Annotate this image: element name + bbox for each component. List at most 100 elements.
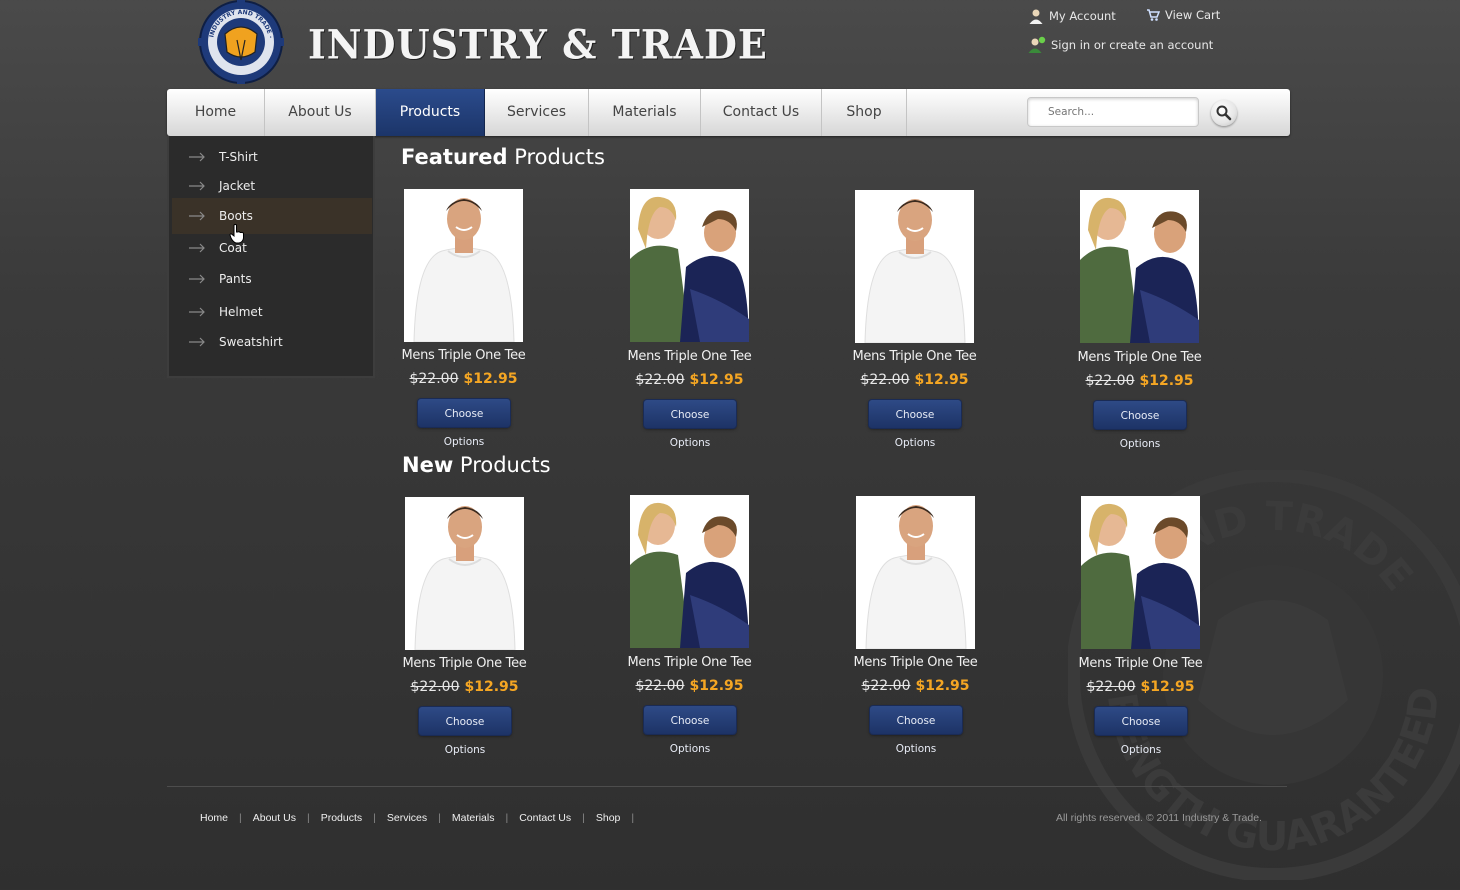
footer-link-materials[interactable]: Materials	[452, 812, 495, 824]
footer-link-contact-us[interactable]: Contact Us	[519, 812, 571, 824]
choose-options-button[interactable]: Choose Options	[869, 400, 961, 449]
sign-in-label: Sign in or create an account	[1051, 38, 1214, 52]
user-add-icon	[1028, 36, 1046, 53]
footer-separator: |	[373, 812, 376, 824]
sign-in-link[interactable]: Sign in or create an account	[1028, 36, 1213, 54]
footer-separator: |	[438, 812, 441, 824]
new-title-bold: New	[402, 453, 454, 477]
product-image[interactable]	[1081, 496, 1200, 649]
nav-about-us[interactable]: About Us	[265, 89, 376, 136]
product-price: $22.00 $12.95	[590, 372, 790, 388]
choose-options-button[interactable]: Choose Options	[1094, 401, 1186, 450]
featured-title-bold: Featured	[401, 145, 508, 169]
product-sale-price: $12.95	[914, 372, 969, 388]
cart-icon	[1147, 9, 1160, 21]
arrow-right-icon	[189, 274, 205, 284]
view-cart-label: View Cart	[1165, 8, 1221, 22]
arrow-right-icon	[189, 307, 205, 317]
product-old-price: $22.00	[635, 678, 685, 694]
main-nav: Home About Us Products Services Material…	[167, 89, 1290, 136]
user-icon	[1029, 9, 1043, 24]
featured-title-light: Products	[514, 145, 605, 169]
my-account-label: My Account	[1049, 9, 1116, 23]
footer-link-products[interactable]: Products	[321, 812, 362, 824]
product-sale-price: $12.95	[1140, 679, 1195, 695]
sidebar-item-boots[interactable]: Boots	[172, 198, 372, 234]
product-price: $22.00 $12.95	[590, 678, 790, 694]
product-old-price: $22.00	[635, 372, 685, 388]
product-name[interactable]: Mens Triple One Tee	[1040, 350, 1240, 365]
product-old-price: $22.00	[860, 372, 910, 388]
hand-cursor-icon	[229, 224, 244, 244]
nav-products[interactable]: Products	[376, 89, 485, 136]
view-cart-link[interactable]: View Cart	[1146, 8, 1220, 22]
arrow-right-icon	[189, 211, 205, 221]
footer-separator: |	[631, 812, 635, 824]
brand-name[interactable]: INDUSTRY & TRADE	[308, 21, 768, 68]
nav-contact-us[interactable]: Contact Us	[701, 89, 822, 136]
footer-separator: |	[239, 812, 242, 824]
product-image[interactable]	[630, 189, 749, 342]
sidebar-item-sweatshirt[interactable]: Sweatshirt	[172, 325, 372, 359]
arrow-right-icon	[189, 181, 205, 191]
choose-options-button[interactable]: Choose Options	[644, 706, 736, 755]
search-input[interactable]	[1027, 97, 1199, 127]
nav-materials[interactable]: Materials	[589, 89, 701, 136]
product-name[interactable]: Mens Triple One Tee	[365, 656, 565, 671]
footer-link-home[interactable]: Home	[200, 812, 228, 824]
my-account-link[interactable]: My Account	[1028, 8, 1116, 24]
product-price: $22.00 $12.95	[1040, 373, 1240, 389]
arrow-right-icon	[189, 243, 205, 253]
footer-separator: |	[306, 812, 310, 824]
new-products-title: New Products	[402, 453, 551, 477]
nav-home[interactable]: Home	[167, 89, 265, 136]
footer-link-services[interactable]: Services	[387, 812, 427, 824]
product-price: $22.00 $12.95	[816, 678, 1016, 694]
sidebar-item-coat[interactable]: Coat	[172, 231, 372, 265]
footer-link-shop[interactable]: Shop	[596, 812, 621, 824]
sidebar-item-label: Pants	[219, 272, 252, 286]
product-name[interactable]: Mens Triple One Tee	[816, 655, 1016, 670]
search-button[interactable]	[1211, 100, 1237, 126]
product-image[interactable]	[404, 189, 523, 342]
choose-options-button[interactable]: Choose Options	[644, 400, 736, 449]
product-old-price: $22.00	[1086, 679, 1136, 695]
product-old-price: $22.00	[1085, 373, 1135, 389]
product-old-price: $22.00	[409, 371, 459, 387]
product-image[interactable]	[856, 496, 975, 649]
product-price: $22.00 $12.95	[815, 372, 1015, 388]
product-sale-price: $12.95	[464, 679, 519, 695]
product-image[interactable]	[630, 495, 749, 648]
product-sale-price: $12.95	[689, 372, 744, 388]
sidebar-item-label: Boots	[219, 209, 253, 223]
footer-link-about-us[interactable]: About Us	[253, 812, 296, 824]
product-name[interactable]: Mens Triple One Tee	[364, 348, 564, 363]
sidebar-item-helmet[interactable]: Helmet	[172, 295, 372, 329]
product-image[interactable]	[1080, 190, 1199, 343]
nav-shop[interactable]: Shop	[822, 89, 907, 136]
choose-options-button[interactable]: Choose Options	[870, 706, 962, 755]
choose-options-button[interactable]: Choose Options	[1095, 707, 1187, 756]
logo-badge[interactable]: INDUSTRY AND TRADE · STRENGTH GUARANTEED	[197, 0, 285, 84]
sidebar-item-label: Sweatshirt	[219, 335, 283, 349]
product-price: $22.00 $12.95	[1041, 679, 1241, 695]
sidebar-item-pants[interactable]: Pants	[172, 262, 372, 296]
choose-options-button[interactable]: Choose Options	[419, 707, 511, 756]
featured-products-title: Featured Products	[401, 145, 605, 169]
product-price: $22.00 $12.95	[365, 679, 565, 695]
choose-options-button[interactable]: Choose Options	[418, 399, 510, 448]
arrow-right-icon	[189, 152, 205, 162]
footer-separator: |	[505, 812, 509, 824]
arrow-right-icon	[189, 337, 205, 347]
product-name[interactable]: Mens Triple One Tee	[590, 349, 790, 364]
search-icon	[1216, 105, 1232, 121]
product-image[interactable]	[855, 190, 974, 343]
product-name[interactable]: Mens Triple One Tee	[1041, 656, 1241, 671]
copyright-text: All rights reserved. © 2011 Industry & T…	[1056, 812, 1262, 824]
product-image[interactable]	[405, 497, 524, 650]
product-sale-price: $12.95	[463, 371, 518, 387]
product-name[interactable]: Mens Triple One Tee	[815, 349, 1015, 364]
product-name[interactable]: Mens Triple One Tee	[590, 655, 790, 670]
nav-services[interactable]: Services	[485, 89, 589, 136]
product-old-price: $22.00	[410, 679, 460, 695]
